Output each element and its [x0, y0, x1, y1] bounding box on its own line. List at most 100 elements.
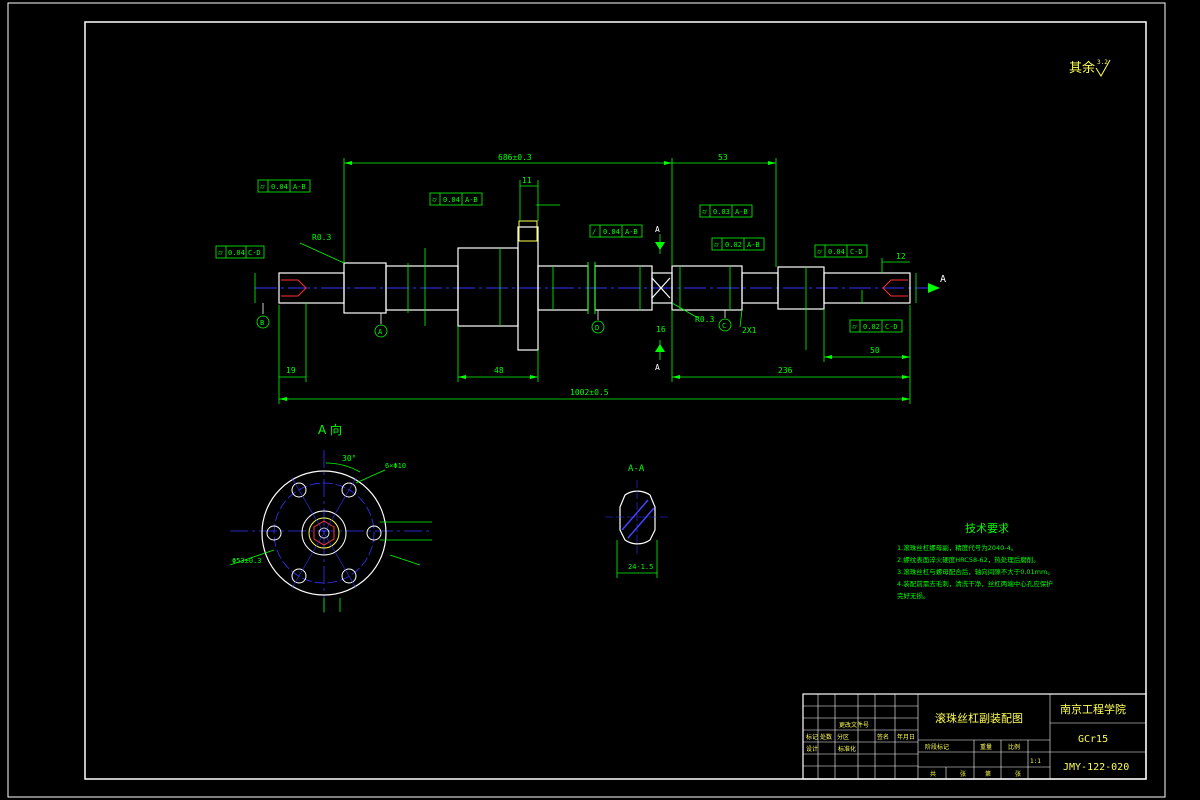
- bottom-sheet: 张: [960, 770, 966, 778]
- svg-text:0.02: 0.02: [863, 323, 880, 331]
- section-label-bottom: A: [655, 363, 660, 372]
- header-scale: 比例: [1008, 743, 1020, 751]
- sign-date: 年月日: [897, 733, 915, 741]
- view-a: A 向 30° 6×Φ10 Φ53±0.3: [229, 422, 432, 615]
- datum-c: C: [718, 310, 732, 332]
- tolerance-frame: ⌭ 0.04 A-B: [257, 179, 311, 193]
- svg-text:C-D: C-D: [850, 248, 863, 256]
- flange-hidden-hole: [518, 220, 538, 242]
- svg-text:A: A: [378, 328, 383, 336]
- view-a-title: A 向: [318, 422, 342, 437]
- dimension-lines: [254, 158, 917, 404]
- roughness-value: 3.2: [1097, 59, 1108, 66]
- outer-border: [7, 2, 1166, 798]
- svg-text:0.04: 0.04: [828, 248, 845, 256]
- header-stage: 阶段标记: [925, 743, 949, 751]
- title-block-headers: 阶段标记 重量 比例 标记 处数 分区 更改文件号 签名 年月日 设计 标准化 …: [806, 721, 1021, 778]
- dim-total-length: 1002±0.5: [570, 388, 609, 397]
- dim-16: 16: [656, 325, 666, 334]
- dimension-arrows: [279, 161, 940, 401]
- view-arrow-label: A: [940, 274, 946, 285]
- dim-12: 12: [896, 252, 906, 261]
- title-block: 滚珠丝杠副装配图 南京工程学院 GCr15 JMY-122-020 1:1 阶段…: [802, 693, 1147, 780]
- svg-text:⌭: ⌭: [260, 183, 265, 191]
- svg-text:⌭: ⌭: [218, 249, 223, 257]
- tech-line: 3.滚珠丝杠与螺母配合后，轴向间隙不大于0.01mm。: [897, 567, 1054, 576]
- bottom-total: 共: [930, 770, 936, 778]
- sign-zone: 分区: [837, 733, 849, 741]
- drawing-number: JMY-122-020: [1063, 762, 1129, 773]
- radius-label-right: R0.3: [695, 315, 714, 324]
- tech-line: 2.螺纹表面淬火硬度HRC58-62，热处理后磨削。: [897, 555, 1040, 564]
- svg-text:⌭: ⌭: [432, 196, 437, 204]
- dim-48: 48: [494, 366, 504, 375]
- tolerance-frame: / 0.04 A-B: [589, 224, 643, 238]
- svg-text:0.04: 0.04: [271, 183, 288, 191]
- dim-span-left: 686±0.3: [498, 153, 532, 162]
- bottom-no: 第: [985, 770, 991, 778]
- dim-11: 11: [522, 176, 532, 185]
- svg-text:/: /: [592, 228, 596, 236]
- svg-text:⌭: ⌭: [702, 208, 707, 216]
- holes-label: 6×Φ10: [385, 462, 406, 470]
- sign-file: 更改文件号: [839, 721, 869, 729]
- inner-border: [84, 21, 1147, 780]
- tech-title: 技术要求: [965, 522, 1009, 535]
- bottom-sheet-2: 张: [1015, 770, 1021, 778]
- school-name: 南京工程学院: [1060, 702, 1126, 716]
- section-label-top: A: [655, 225, 660, 234]
- sign-signature: 签名: [877, 733, 889, 741]
- svg-text:0.04: 0.04: [228, 249, 245, 257]
- tech-line: 完好无损。: [897, 591, 930, 600]
- section-aa: A-A 24-1.5: [605, 464, 670, 578]
- view-a-dims: [229, 462, 432, 612]
- svg-text:0.02: 0.02: [725, 241, 742, 249]
- roughness-note: 其余 3.2: [1069, 59, 1111, 77]
- svg-text:A-B: A-B: [747, 241, 760, 249]
- tech-requirements: 技术要求 1.滚珠丝杠螺母副，精度代号为2040-4。 2.螺纹表面淬火硬度HR…: [897, 522, 1054, 600]
- section-width-label: 24-1.5: [628, 563, 653, 571]
- cad-drawing: 其余 3.2 1002±0.5 686±0.3 53 236 48 19 50 …: [7, 2, 1166, 798]
- header-weight: 重量: [980, 743, 992, 751]
- dim-19: 19: [286, 366, 296, 375]
- tolerance-frame: ⌭ 0.04 C-D: [814, 244, 868, 258]
- dim-span-right: 53: [718, 153, 728, 162]
- svg-text:0.04: 0.04: [443, 196, 460, 204]
- svg-text:C: C: [722, 322, 726, 330]
- drawing-title: 滚珠丝杠副装配图: [935, 711, 1023, 725]
- svg-text:0.03: 0.03: [713, 208, 730, 216]
- svg-text:B: B: [260, 319, 264, 327]
- dim-236: 236: [778, 366, 793, 375]
- section-aa-title: A-A: [628, 464, 645, 474]
- svg-text:⌭: ⌭: [817, 248, 822, 256]
- tolerance-frame: ⌭ 0.03 A-B: [699, 204, 753, 218]
- sign-mark: 标记: [806, 733, 818, 741]
- svg-text:⌭: ⌭: [714, 241, 719, 249]
- roughness-label: 其余: [1069, 60, 1095, 76]
- scale-value: 1:1: [1030, 758, 1041, 765]
- dimension-texts: 1002±0.5 686±0.3 53 236 48 19 50 12 11 1…: [286, 153, 946, 397]
- section-dims: [616, 540, 658, 578]
- tech-line: 1.滚珠丝杠螺母副，精度代号为2040-4。: [897, 543, 1017, 552]
- svg-text:C-D: C-D: [248, 249, 261, 257]
- datum-b: B: [256, 303, 270, 329]
- sign-count: 处数: [820, 733, 832, 741]
- angle-label: 30°: [342, 454, 356, 463]
- role-design: 设计: [806, 745, 818, 753]
- dim-50: 50: [870, 346, 880, 355]
- datum-d: D: [591, 310, 605, 334]
- svg-text:A-B: A-B: [465, 196, 478, 204]
- section-hatch: [621, 499, 655, 539]
- svg-text:A-B: A-B: [293, 183, 306, 191]
- tech-lines: 1.滚珠丝杠螺母副，精度代号为2040-4。 2.螺纹表面淬火硬度HRC58-6…: [897, 543, 1054, 600]
- tolerance-frame: ⌭ 0.04 C-D: [215, 245, 265, 259]
- tolerance-frame: ⌭ 0.02 A-B: [711, 237, 765, 251]
- tech-line: 4.装配前需去毛刺，清洗干净，丝杠两端中心孔应保护: [897, 579, 1053, 588]
- view-a-arrow-icon: [928, 283, 940, 293]
- material-label: GCr15: [1078, 734, 1108, 745]
- tolerance-frame: ⌭ 0.02 C-D: [849, 319, 903, 333]
- pcd-label: Φ53±0.3: [232, 557, 262, 565]
- dim-2x1: 2X1: [742, 326, 757, 335]
- main-view: 1002±0.5 686±0.3 53 236 48 19 50 12 11 1…: [215, 153, 946, 404]
- svg-text:0.04: 0.04: [603, 228, 620, 236]
